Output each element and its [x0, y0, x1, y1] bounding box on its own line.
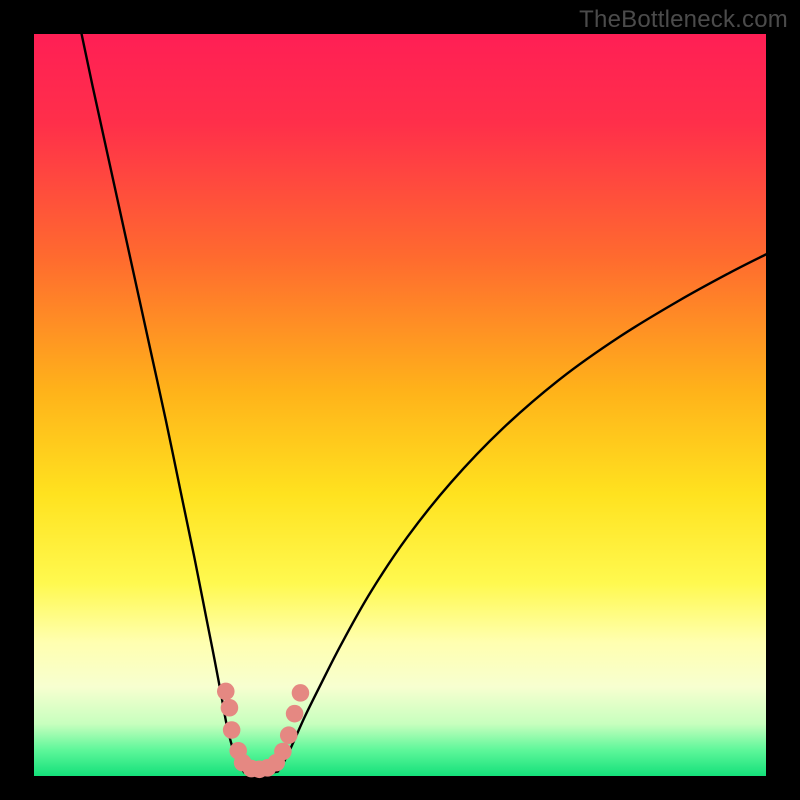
- optimal-marker: [280, 726, 298, 744]
- optimal-marker: [274, 743, 292, 761]
- optimal-marker: [286, 705, 304, 723]
- optimal-marker: [217, 683, 235, 701]
- heat-gradient-background: [34, 34, 766, 776]
- chart-frame: TheBottleneck.com: [0, 0, 800, 800]
- optimal-marker: [223, 721, 241, 739]
- optimal-marker: [292, 684, 310, 702]
- watermark-text: TheBottleneck.com: [579, 6, 788, 34]
- bottleneck-curve-chart: [0, 0, 800, 800]
- optimal-marker: [221, 699, 239, 717]
